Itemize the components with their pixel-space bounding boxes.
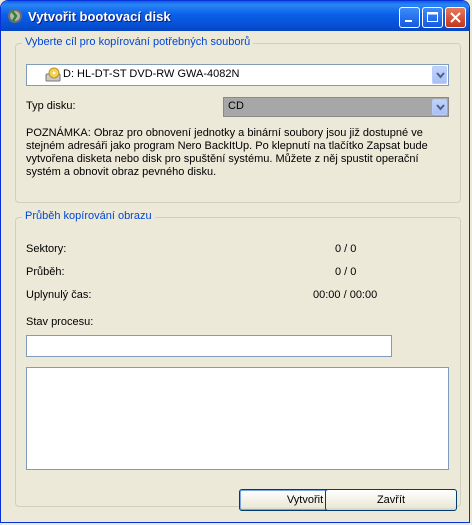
drive-select[interactable]: D: HL-DT-ST DVD-RW GWA-4082N: [26, 64, 449, 86]
close-icon: [450, 12, 461, 23]
target-group-legend: Vyberte cíl pro kopírování potřebných so…: [22, 36, 254, 48]
sectors-label: Sektory:: [26, 243, 67, 255]
drive-select-value: D: HL-DT-ST DVD-RW GWA-4082N: [63, 68, 240, 80]
disk-type-select[interactable]: CD: [223, 97, 449, 117]
chevron-down-icon: [436, 104, 445, 111]
maximize-button[interactable]: [422, 7, 443, 28]
process-status-field: [26, 335, 392, 357]
progress-group-legend: Průběh kopírování obrazu: [22, 210, 155, 222]
cd-drive-icon: [45, 67, 61, 82]
drive-select-arrow[interactable]: [432, 66, 447, 84]
sectors-value: 0 / 0: [335, 243, 357, 255]
process-log-area[interactable]: [26, 367, 449, 470]
minimize-icon: [405, 20, 412, 22]
note-text: POZNÁMKA: Obraz pro obnovení jednotky a …: [26, 127, 428, 178]
progress-value: 0 / 0: [335, 266, 357, 278]
dialog-window: Vytvořit bootovací disk Vyberte cíl pro …: [0, 0, 470, 523]
close-window-button[interactable]: [445, 7, 466, 28]
disk-type-select-value: CD: [228, 100, 244, 112]
dialog-body: Vyberte cíl pro kopírování potřebných so…: [4, 31, 466, 519]
process-status-label: Stav procesu:: [26, 316, 94, 328]
window-title: Vytvořit bootovací disk: [28, 9, 171, 24]
chevron-down-icon: [436, 72, 445, 79]
disk-type-label: Typ disku:: [26, 100, 76, 112]
maximize-icon: [427, 12, 438, 22]
app-icon: [8, 9, 22, 23]
title-bar[interactable]: Vytvořit bootovací disk: [1, 1, 469, 31]
disk-type-select-arrow[interactable]: [432, 99, 447, 115]
elapsed-time-label: Uplynulý čas:: [26, 289, 92, 301]
elapsed-time-value: 00:00 / 00:00: [313, 289, 378, 301]
minimize-button[interactable]: [399, 7, 420, 28]
close-button[interactable]: Zavřít: [325, 489, 457, 511]
progress-label: Průběh:: [26, 266, 65, 278]
